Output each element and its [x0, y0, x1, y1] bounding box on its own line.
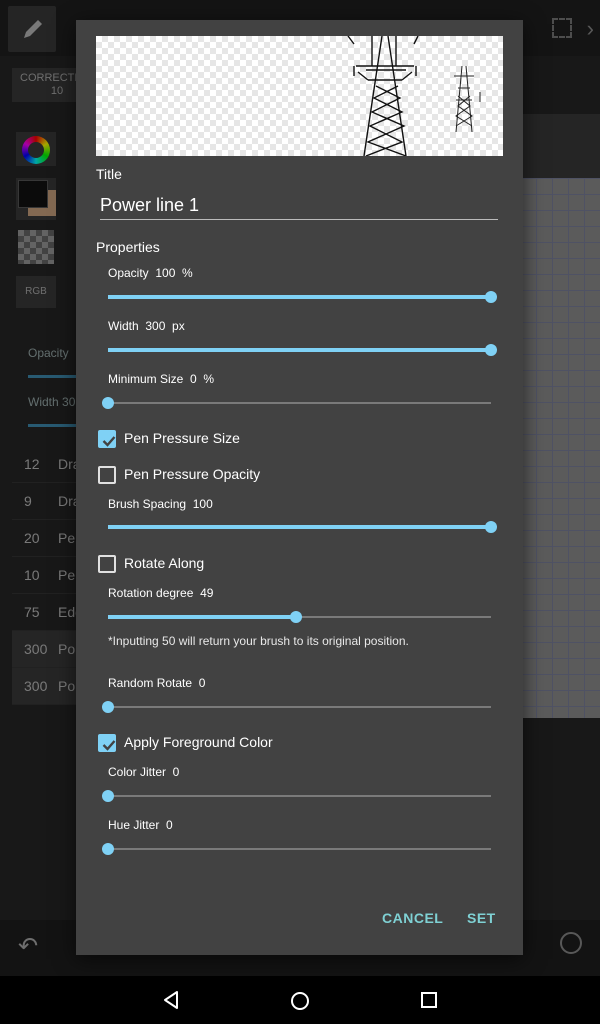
width-slider[interactable] — [108, 342, 497, 358]
random-rotate-label: Random Rotate 0 — [108, 676, 206, 690]
minimum-size-label: Minimum Size 0 % — [108, 372, 215, 386]
color-jitter-label: Color Jitter 0 — [108, 765, 180, 779]
title-label: Title — [96, 166, 122, 182]
brush-spacing-slider-thumb[interactable] — [485, 521, 497, 533]
home-icon[interactable] — [288, 989, 312, 1013]
random-rotate-slider-thumb[interactable] — [102, 701, 114, 713]
apply-foreground-color-label: Apply Foreground Color — [124, 734, 273, 750]
power-line-preview-image — [347, 36, 481, 156]
width-slider-thumb[interactable] — [485, 344, 497, 356]
checkmark-icon — [102, 436, 116, 447]
brush-preview — [96, 36, 503, 156]
pen-pressure-opacity-label: Pen Pressure Opacity — [124, 466, 261, 482]
minimum-size-slider[interactable] — [102, 395, 491, 411]
checkbox-box[interactable] — [98, 734, 116, 752]
pen-pressure-size-label: Pen Pressure Size — [124, 430, 240, 446]
width-label: Width 300 px — [108, 319, 185, 333]
set-button[interactable]: SET — [467, 910, 496, 926]
system-navigation-bar — [0, 976, 600, 1024]
brush-spacing-label: Brush Spacing 100 — [108, 497, 213, 511]
brush-spacing-slider[interactable] — [108, 519, 497, 535]
rotation-degree-slider-thumb[interactable] — [289, 611, 302, 623]
opacity-slider-thumb[interactable] — [485, 291, 497, 303]
color-jitter-slider-thumb[interactable] — [102, 790, 114, 802]
checkbox-box[interactable] — [98, 555, 116, 573]
checkbox-box[interactable] — [98, 466, 116, 484]
checkbox-box[interactable] — [98, 430, 116, 448]
properties-label: Properties — [96, 239, 160, 255]
hue-jitter-slider[interactable] — [102, 841, 491, 857]
hue-jitter-label: Hue Jitter 0 — [108, 818, 173, 832]
title-input[interactable] — [100, 194, 498, 220]
cancel-button[interactable]: CANCEL — [382, 910, 443, 926]
rotation-note: *Inputting 50 will return your brush to … — [108, 634, 409, 648]
brush-settings-dialog: Title Properties Opacity 100 % Width 300… — [76, 20, 523, 955]
recent-apps-icon[interactable] — [418, 989, 440, 1011]
color-jitter-slider[interactable] — [102, 788, 491, 804]
random-rotate-slider[interactable] — [102, 699, 491, 715]
checkmark-icon — [102, 740, 116, 751]
opacity-label: Opacity 100 % — [108, 266, 193, 280]
rotation-degree-slider[interactable] — [108, 609, 491, 625]
minimum-size-slider-thumb[interactable] — [102, 397, 114, 409]
opacity-slider[interactable] — [108, 289, 497, 305]
hue-jitter-slider-thumb[interactable] — [102, 843, 114, 855]
rotate-along-label: Rotate Along — [124, 555, 205, 571]
rotation-degree-label: Rotation degree 49 — [108, 586, 214, 600]
